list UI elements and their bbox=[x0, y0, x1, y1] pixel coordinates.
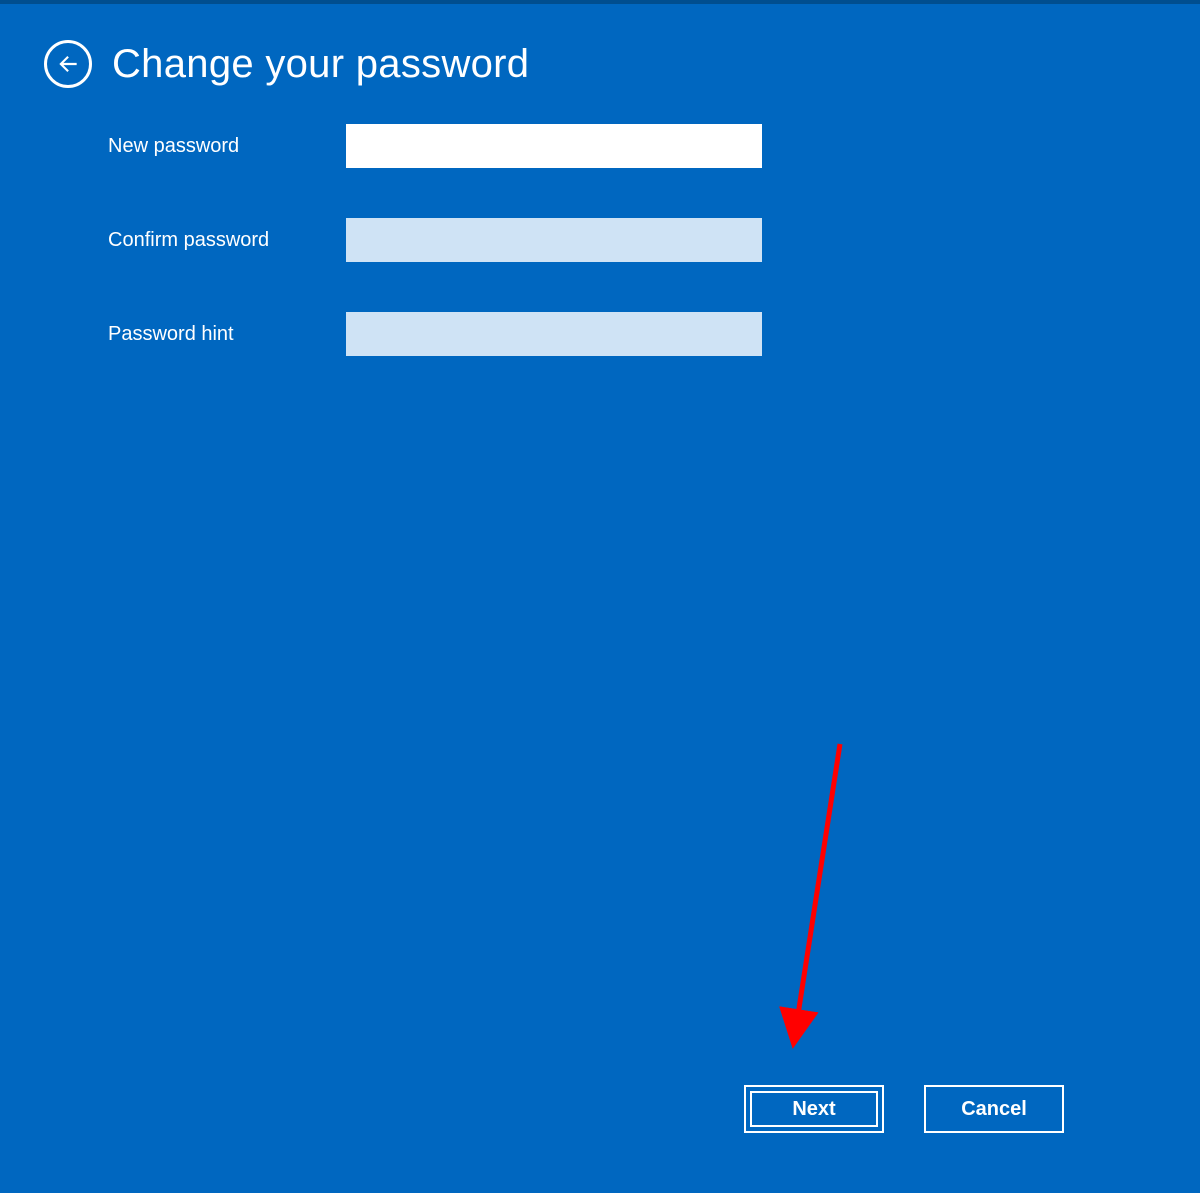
new-password-input[interactable] bbox=[346, 124, 762, 168]
password-hint-row: Password hint bbox=[108, 312, 788, 356]
password-hint-input[interactable] bbox=[346, 312, 762, 356]
footer-buttons: Next Cancel bbox=[744, 1085, 1064, 1133]
new-password-row: New password bbox=[108, 124, 788, 168]
confirm-password-input[interactable] bbox=[346, 218, 762, 262]
cancel-button-label: Cancel bbox=[961, 1098, 1027, 1121]
cancel-button[interactable]: Cancel bbox=[924, 1085, 1064, 1133]
next-button-label: Next bbox=[792, 1098, 835, 1121]
page-title: Change your password bbox=[112, 42, 529, 87]
back-arrow-icon bbox=[55, 51, 81, 77]
next-button[interactable]: Next bbox=[744, 1085, 884, 1133]
password-form: New password Confirm password Password h… bbox=[108, 124, 788, 406]
back-button[interactable] bbox=[44, 40, 92, 88]
password-hint-label: Password hint bbox=[108, 323, 346, 346]
confirm-password-row: Confirm password bbox=[108, 218, 788, 262]
header-row: Change your password bbox=[44, 40, 529, 88]
confirm-password-label: Confirm password bbox=[108, 229, 346, 252]
new-password-label: New password bbox=[108, 135, 346, 158]
